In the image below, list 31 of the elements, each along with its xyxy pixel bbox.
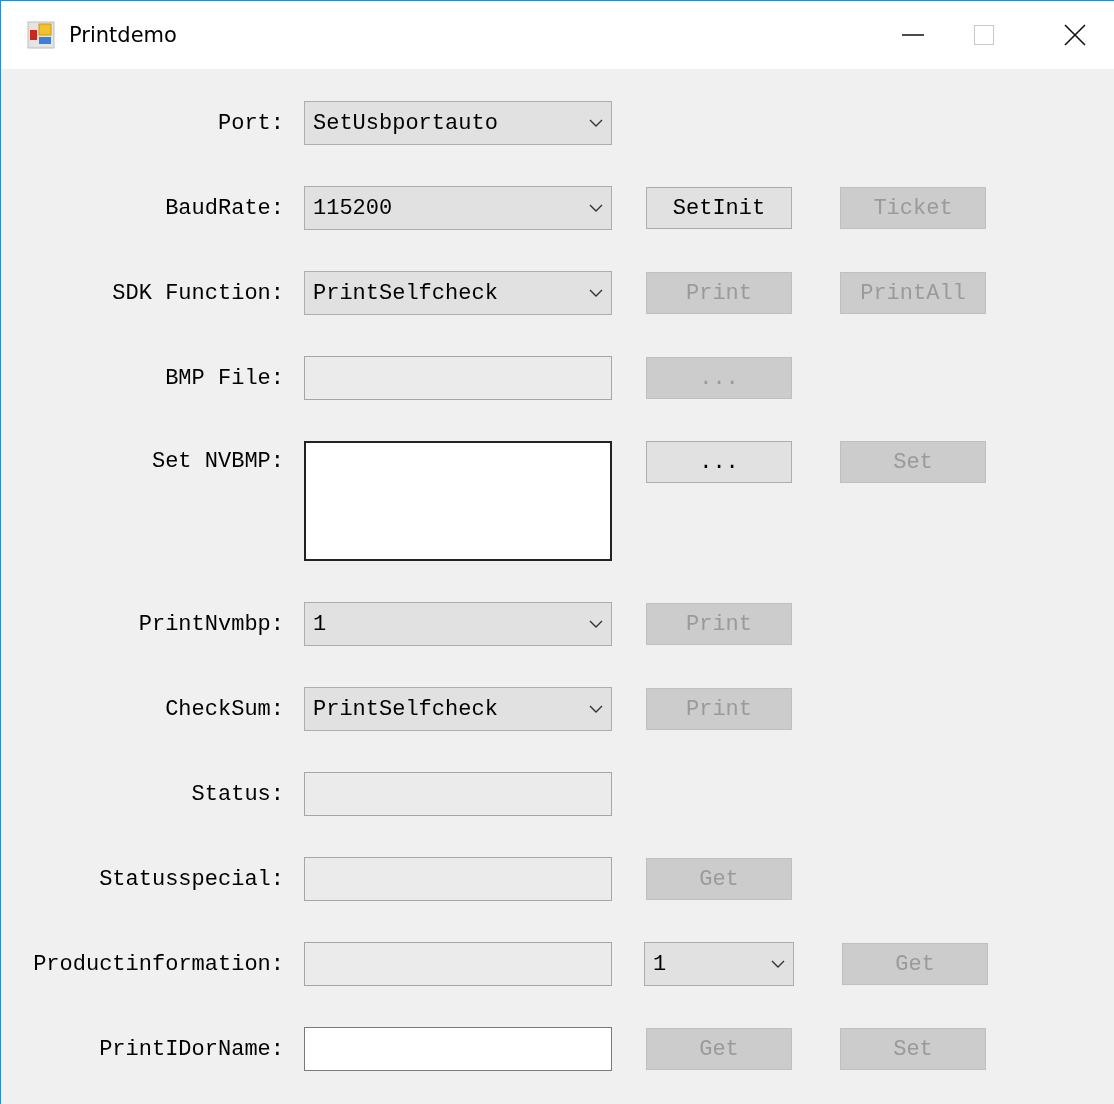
field-label: PrintIDorName: xyxy=(98,1036,284,1062)
field-label: Port: xyxy=(217,110,284,136)
maximize-icon[interactable] xyxy=(974,25,994,45)
field-label: BMP File: xyxy=(164,365,284,391)
caret-icon xyxy=(589,620,603,628)
field-label: BaudRate: xyxy=(164,195,284,221)
dropdown[interactable]: 1 xyxy=(304,602,612,646)
close-icon[interactable] xyxy=(1064,24,1086,46)
caret-icon xyxy=(589,204,603,212)
window-title: Printdemo xyxy=(69,23,177,47)
field-label: Set NVBMP: xyxy=(150,449,284,474)
caret-icon xyxy=(589,289,603,297)
field-label: Statusspecial: xyxy=(98,866,284,892)
app-icon xyxy=(27,21,55,49)
dropdown[interactable]: SetUsbportauto xyxy=(304,101,612,145)
field-label: PrintNvmbp: xyxy=(137,611,284,637)
field-label: SDK Function: xyxy=(111,280,284,306)
caret-icon xyxy=(589,705,603,713)
text-area[interactable] xyxy=(304,441,612,561)
caret-icon xyxy=(771,960,785,968)
field-label: Productinformation: xyxy=(32,951,284,977)
button[interactable]: ... xyxy=(646,441,792,483)
field-label: Status: xyxy=(190,781,284,807)
input-field[interactable] xyxy=(304,1027,612,1071)
dropdown[interactable]: 1 xyxy=(644,942,794,986)
dropdown[interactable]: PrintSelfcheck xyxy=(304,687,612,731)
field-label: CheckSum: xyxy=(164,696,284,722)
caret-icon xyxy=(589,119,603,127)
button[interactable]: SetInit xyxy=(646,187,792,229)
dropdown[interactable]: 115200 xyxy=(304,186,612,230)
dropdown[interactable]: PrintSelfcheck xyxy=(304,271,612,315)
